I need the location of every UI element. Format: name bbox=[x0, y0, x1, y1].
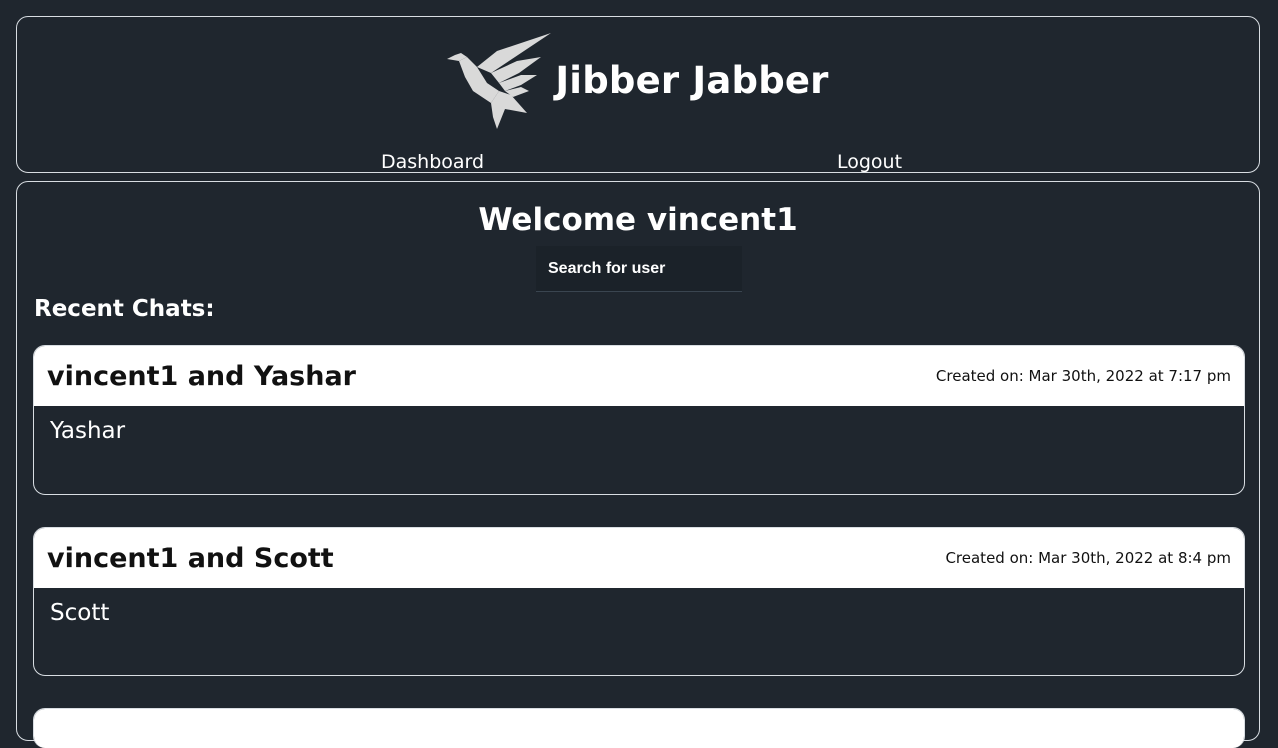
recent-chats-heading: Recent Chats: bbox=[34, 296, 215, 322]
chat-card[interactable]: vincent1 and Yashar Created on: Mar 30th… bbox=[33, 345, 1245, 495]
nav-logout-link[interactable]: Logout bbox=[837, 150, 902, 174]
dashboard-panel: Welcome vincent1 Recent Chats: vincent1 … bbox=[16, 181, 1260, 748]
brand[interactable]: Jibber Jabber bbox=[17, 33, 1259, 129]
chat-participant: Yashar bbox=[50, 418, 126, 444]
chat-title: vincent1 and Scott bbox=[47, 542, 334, 574]
nav-dashboard-link[interactable]: Dashboard bbox=[381, 150, 484, 174]
user-search-input[interactable] bbox=[536, 246, 742, 292]
site-header: Jibber Jabber Dashboard Logout bbox=[16, 16, 1260, 173]
chat-created-date: Created on: Mar 30th, 2022 at 7:17 pm bbox=[935, 367, 1231, 385]
welcome-heading: Welcome vincent1 bbox=[478, 202, 798, 238]
chat-card-partial[interactable] bbox=[33, 708, 1245, 748]
chat-card-header: vincent1 and Yashar Created on: Mar 30th… bbox=[34, 346, 1244, 406]
chat-card[interactable]: vincent1 and Scott Created on: Mar 30th,… bbox=[33, 527, 1245, 676]
chat-card-header bbox=[34, 709, 1244, 748]
chat-participant: Scott bbox=[50, 600, 110, 626]
chat-card-header: vincent1 and Scott Created on: Mar 30th,… bbox=[34, 528, 1244, 588]
chat-created-date: Created on: Mar 30th, 2022 at 8:4 pm bbox=[945, 549, 1231, 567]
bird-logo-icon bbox=[447, 33, 552, 129]
chat-title: vincent1 and Yashar bbox=[47, 360, 356, 392]
app-title: Jibber Jabber bbox=[555, 58, 829, 102]
